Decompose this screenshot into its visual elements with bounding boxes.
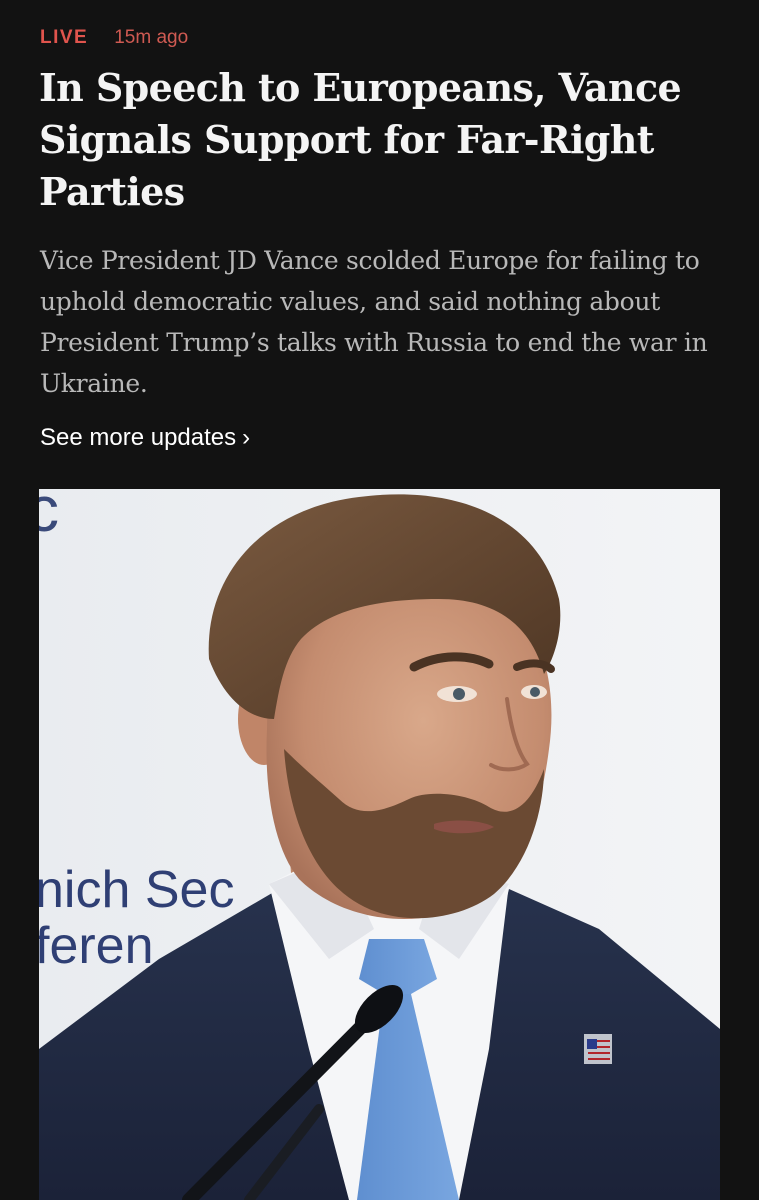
backdrop-text-line2: feren <box>39 917 154 975</box>
photo-illustration: c nich Sec feren <box>39 489 720 1200</box>
article-headline[interactable]: In Speech to Europeans, Vance Signals Su… <box>39 62 729 218</box>
article-photo[interactable]: c nich Sec feren <box>39 489 720 1200</box>
backdrop-text-line1: nich Sec <box>39 861 234 919</box>
article-summary: Vice President JD Vance scolded Europe f… <box>40 246 708 398</box>
chevron-right-icon: › <box>242 424 251 451</box>
live-badge: LIVE <box>40 27 89 48</box>
article-card[interactable]: LIVE 15m ago In Speech to Europeans, Van… <box>0 0 759 1200</box>
see-more-updates-link[interactable]: See more updates › <box>40 424 250 452</box>
backdrop-letter-top: c <box>39 489 59 545</box>
article-meta: LIVE 15m ago <box>40 24 188 52</box>
timestamp: 15m ago <box>114 27 189 48</box>
tie-knot <box>359 939 437 994</box>
see-more-label: See more updates <box>40 424 237 451</box>
